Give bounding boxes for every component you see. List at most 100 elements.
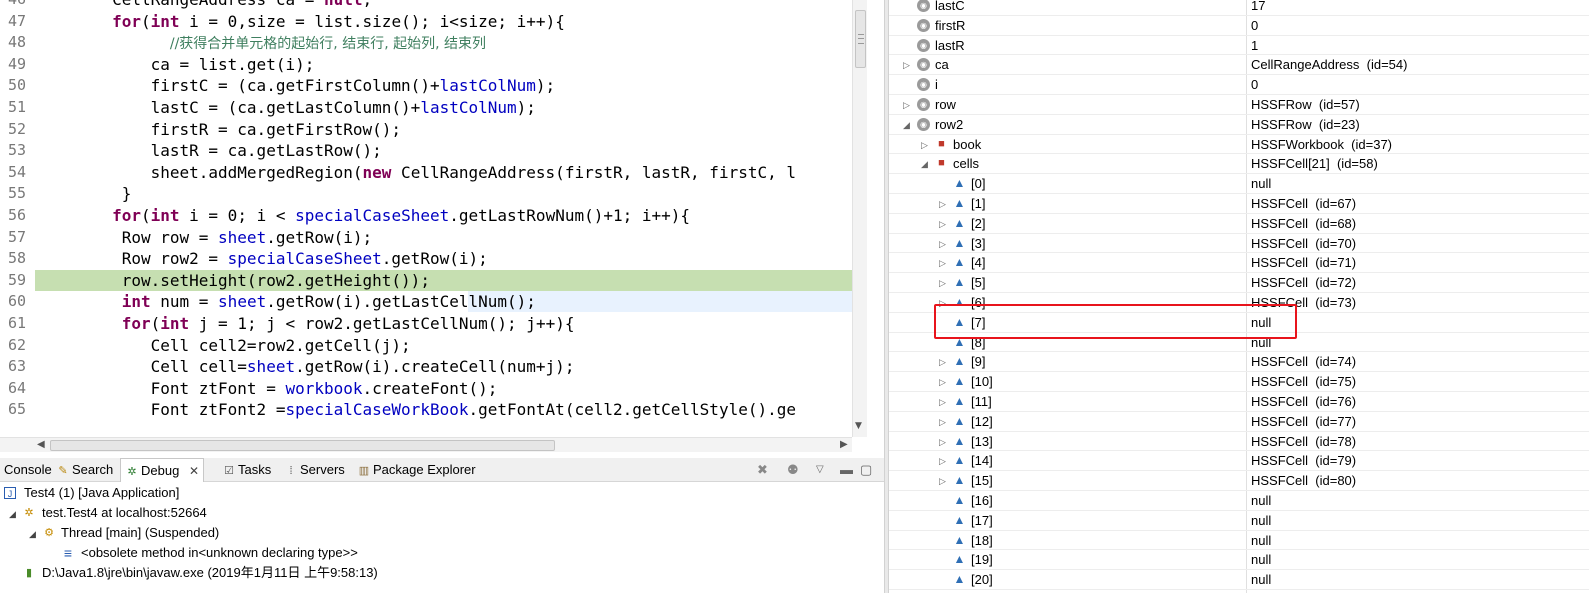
variable-row[interactable]: ◉ i 0 [889,75,1589,95]
editor-vertical-scrollbar[interactable]: ▼ [852,0,867,437]
tab-tasks[interactable]: ☑ Tasks [218,458,275,482]
variable-row[interactable]: ▲ [19] null [889,550,1589,571]
tab-debug[interactable]: ✲ Debug ✕ [120,458,204,482]
variable-row[interactable]: ◢ ■ cells HSSFCell[21] (id=58) [889,154,1589,175]
expanded-twistie-icon[interactable]: ◢ [903,119,910,131]
debug-tree-item-launch[interactable]: J Test4 (1) [Java Application] [0,483,884,503]
variable-row[interactable]: ▷ ▲ [5] HSSFCell (id=72) [889,273,1589,293]
variable-row[interactable]: ◉ lastC 17 [889,0,1589,16]
variable-row[interactable]: ▲ [16] null [889,491,1589,511]
debug-tree-item-process[interactable]: ▮ D:\Java1.8\jre\bin\javaw.exe (2019年1月1… [0,563,884,583]
view-tab-bar: Console ✎ Search ✲ Debug ✕ ☑ Tasks ⁞ Servers… [0,458,884,482]
collapsed-twistie-icon[interactable]: ▷ [939,416,946,428]
vertical-scroll-thumb[interactable] [855,10,866,68]
variable-value: HSSFWorkbook (id=37) [1251,136,1393,152]
variable-row[interactable]: ▷ ▲ [15] HSSFCell (id=80) [889,471,1589,491]
skip-breakpoints-icon[interactable]: ⚉ [787,461,799,479]
variable-row[interactable]: ▲ [20] null [889,570,1589,590]
scroll-right-arrow-icon[interactable]: ▶ [840,439,848,450]
view-menu-icon[interactable]: ▽ [816,461,824,479]
code-editor[interactable]: 4647 48 49 50 51 52 53 54 55 56 57 58 59 60 61 62 63 64 65… [0,0,867,452]
code-lines[interactable]: CellRangeAddress ca = null; for(int i = … [35,0,852,421]
code-line[interactable]: lastC = (ca.getLastColumn()+lastColNum); [35,97,852,119]
code-line[interactable]: CellRangeAddress ca = null; [35,0,852,11]
variable-row[interactable]: ▷ ▲ [14] HSSFCell (id=79) [889,451,1589,472]
code-line[interactable]: lastR = ca.getLastRow(); [35,140,852,162]
expanded-twistie-icon[interactable]: ◢ [921,158,928,170]
collapsed-twistie-icon[interactable]: ▷ [939,257,946,269]
array-element-icon: ▲ [953,255,966,270]
line-number: 49 [7,54,26,73]
variable-value: HSSFCell (id=67) [1251,196,1357,211]
editor-horizontal-scrollbar[interactable]: ◀ ▶ [0,437,852,452]
variable-row[interactable]: ▷ ▲ [11] HSSFCell (id=76) [889,392,1589,412]
debug-tree-item-target[interactable]: ◢ ✲ test.Test4 at localhost:52664 [0,503,884,523]
variable-row[interactable]: ▷ ◉ row HSSFRow (id=57) [889,95,1589,115]
collapsed-twistie-icon[interactable]: ▷ [939,396,946,408]
tab-servers[interactable]: ⁞ Servers [280,458,349,482]
debug-tree-item-thread[interactable]: ◢ ⚙ Thread [main] (Suspended) [0,523,884,543]
close-tab-icon[interactable]: ✕ [189,464,199,478]
remove-terminated-icon[interactable]: ✖ [757,461,768,479]
collapsed-twistie-icon[interactable]: ▷ [939,277,946,289]
variable-row[interactable]: ▷ ▲ [10] HSSFCell (id=75) [889,372,1589,392]
variable-row[interactable]: ▷ ■ book HSSFWorkbook (id=37) [889,135,1589,155]
expanded-twistie-icon[interactable]: ◢ [9,504,16,524]
scroll-left-arrow-icon[interactable]: ◀ [37,439,45,450]
collapsed-twistie-icon[interactable]: ▷ [939,475,946,487]
code-line[interactable]: for(int i = 0,size = list.size(); i<size… [35,11,852,33]
code-token: row.setHeight(row2.getHeight()); [35,270,430,290]
debug-tree-item-frame[interactable]: ≡ <obsolete method in<unknown declaring … [0,543,884,563]
code-line[interactable]: for(int i = 0; i < specialCaseSheet.getL… [35,205,852,227]
variable-row[interactable]: ▷ ▲ [1] HSSFCell (id=67) [889,194,1589,214]
line-number: 51 [7,97,26,116]
code-line[interactable]: Font ztFont2 =specialCaseWorkBook.getFon… [35,399,852,421]
code-line[interactable]: firstC = (ca.getFirstColumn()+lastColNum… [35,75,852,97]
code-line[interactable]: for(int j = 1; j < row2.getLastCellNum()… [35,313,852,335]
variable-row[interactable]: ▷ ▲ [4] HSSFCell (id=71) [889,253,1589,274]
collapsed-twistie-icon[interactable]: ▷ [939,198,946,210]
current-code-line[interactable]: row.setHeight(row2.getHeight()); [35,269,852,292]
variable-row[interactable]: ◢ ◉ row2 HSSFRow (id=23) [889,115,1589,135]
code-line[interactable]: } [35,183,852,205]
minimize-view-icon[interactable]: ▬ [840,461,853,479]
expanded-twistie-icon[interactable]: ◢ [29,524,36,544]
collapsed-twistie-icon[interactable]: ▷ [939,436,946,448]
variable-row[interactable]: ◉ lastR 1 [889,36,1589,56]
code-line[interactable]: Cell cell=sheet.getRow(i).createCell(num… [35,356,852,378]
variable-row[interactable]: ▷ ▲ [2] HSSFCell (id=68) [889,214,1589,234]
collapsed-twistie-icon[interactable]: ▷ [939,218,946,230]
collapsed-twistie-icon[interactable]: ▷ [939,376,946,388]
variable-row[interactable]: ▲ [17] null [889,511,1589,531]
variable-row[interactable]: ▲ [18] null [889,531,1589,551]
code-line[interactable]: firstR = ca.getFirstRow(); [35,119,852,141]
tab-console[interactable]: Console [0,458,56,482]
collapsed-twistie-icon[interactable]: ▷ [939,356,946,368]
variable-row[interactable]: ▷ ▲ [9] HSSFCell (id=74) [889,352,1589,373]
code-line[interactable]: Font ztFont = workbook.createFont(); [35,378,852,400]
collapsed-twistie-icon[interactable]: ▷ [939,455,946,467]
scroll-down-arrow-icon[interactable]: ▼ [855,421,862,431]
code-token: //获得合并单元格的起始行, 结束行, 起始列, 结束列 [169,36,486,53]
variable-row[interactable]: ▷ ▲ [12] HSSFCell (id=77) [889,412,1589,432]
variable-row[interactable]: ▲ [0] null [889,174,1589,194]
horizontal-scroll-thumb[interactable] [50,440,555,451]
tab-search[interactable]: ✎ Search [52,458,117,482]
code-line[interactable]: Cell cell2=row2.getCell(j); [35,335,852,357]
collapsed-twistie-icon[interactable]: ▷ [921,139,928,151]
maximize-view-icon[interactable]: ▢ [860,461,872,479]
code-line[interactable]: sheet.addMergedRegion(new CellRangeAddre… [35,162,852,184]
variable-row[interactable]: ▷ ◉ ca CellRangeAddress (id=54) [889,55,1589,76]
code-line[interactable]: int num = sheet.getRow(i).getLastCellNum… [35,291,852,313]
code-line[interactable]: ca = list.get(i); [35,54,852,76]
variable-row[interactable]: ▷ ▲ [13] HSSFCell (id=78) [889,432,1589,452]
variable-row[interactable]: ◉ firstR 0 [889,16,1589,36]
collapsed-twistie-icon[interactable]: ▷ [903,99,910,111]
collapsed-twistie-icon[interactable]: ▷ [903,59,910,71]
tab-package-explorer[interactable]: ▥ Package Explorer [353,458,480,482]
code-line[interactable]: //获得合并单元格的起始行, 结束行, 起始列, 结束列 [35,32,852,54]
code-line[interactable]: Row row2 = specialCaseSheet.getRow(i); [35,248,852,270]
collapsed-twistie-icon[interactable]: ▷ [939,238,946,250]
variable-row[interactable]: ▷ ▲ [3] HSSFCell (id=70) [889,234,1589,254]
code-line[interactable]: Row row = sheet.getRow(i); [35,227,852,249]
